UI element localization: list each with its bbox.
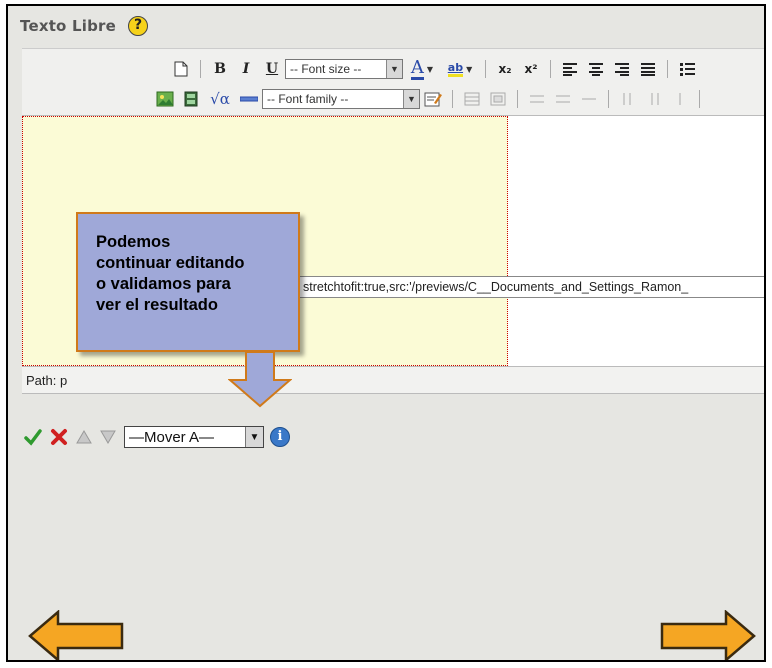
move-up-button[interactable] bbox=[76, 430, 92, 444]
align-justify-icon[interactable] bbox=[637, 58, 659, 80]
insert-media-icon[interactable] bbox=[180, 88, 202, 110]
toolbar-separator bbox=[485, 60, 486, 78]
horizontal-rule-icon[interactable] bbox=[238, 88, 260, 110]
align-right-icon[interactable] bbox=[611, 58, 633, 80]
callout-line: continuar editando bbox=[96, 254, 245, 272]
toolbar-separator bbox=[550, 60, 551, 78]
highlight-color-button[interactable]: ab ▼ bbox=[443, 58, 477, 80]
bold-button[interactable]: B bbox=[209, 58, 231, 80]
toolbar-separator bbox=[667, 60, 668, 78]
toolbar-row-1: B I U -- Font size -- ▼ A ▼ ab ▼ x₂ x² bbox=[168, 57, 700, 81]
toolbar-separator bbox=[699, 90, 700, 108]
align-left-icon[interactable] bbox=[559, 58, 581, 80]
idevice-frame: Texto Libre ? B I U -- Font size -- ▼ A ▼… bbox=[6, 4, 766, 662]
chevron-down-icon: ▼ bbox=[403, 90, 419, 108]
info-icon[interactable]: i bbox=[270, 427, 290, 447]
row-before-icon[interactable] bbox=[526, 88, 548, 110]
font-color-label: A bbox=[410, 56, 424, 80]
font-color-button[interactable]: A ▼ bbox=[405, 58, 439, 80]
toolbar-separator bbox=[517, 90, 518, 108]
path-bar: Path: p bbox=[22, 366, 764, 394]
next-arrow-icon[interactable] bbox=[658, 610, 758, 662]
font-family-select[interactable]: -- Font family -- ▼ bbox=[262, 89, 420, 109]
callout-line: o validamos para bbox=[96, 275, 231, 293]
highlight-label: ab bbox=[447, 61, 464, 77]
editor-toolbar: B I U -- Font size -- ▼ A ▼ ab ▼ x₂ x² √… bbox=[22, 48, 764, 116]
callout-line: Podemos bbox=[96, 233, 171, 251]
superscript-button[interactable]: x² bbox=[520, 58, 542, 80]
col-after-icon[interactable] bbox=[643, 88, 665, 110]
apply-button[interactable] bbox=[24, 428, 42, 446]
font-family-value: -- Font family -- bbox=[267, 92, 349, 106]
math-editor-button[interactable]: √α bbox=[206, 88, 234, 110]
col-before-icon[interactable] bbox=[617, 88, 639, 110]
underline-button[interactable]: U bbox=[261, 58, 283, 80]
callout-pointer-icon bbox=[228, 352, 292, 408]
triangle-up-icon bbox=[76, 430, 92, 444]
mover-select[interactable]: —Mover A— ▼ bbox=[124, 426, 264, 448]
table-icon[interactable] bbox=[461, 88, 483, 110]
move-down-button[interactable] bbox=[100, 430, 116, 444]
italic-button[interactable]: I bbox=[235, 58, 257, 80]
table-props-icon[interactable] bbox=[487, 88, 509, 110]
idevice-title: Texto Libre bbox=[20, 17, 116, 35]
toolbar-separator bbox=[608, 90, 609, 108]
title-row: Texto Libre ? bbox=[20, 14, 148, 38]
callout-line: ver el resultado bbox=[96, 296, 218, 314]
delete-row-icon[interactable] bbox=[578, 88, 600, 110]
chevron-down-icon: ▼ bbox=[386, 60, 402, 78]
toolbar-row-2: √α -- Font family -- ▼ bbox=[152, 87, 706, 111]
toolbar-separator bbox=[200, 60, 201, 78]
new-document-icon[interactable] bbox=[170, 58, 192, 80]
cancel-button[interactable] bbox=[50, 428, 68, 446]
bullet-list-icon[interactable] bbox=[676, 58, 698, 80]
triangle-down-icon bbox=[100, 430, 116, 444]
close-icon bbox=[51, 429, 67, 445]
callout-box: Podemos continuar editando o validamos p… bbox=[76, 212, 300, 352]
help-icon[interactable]: ? bbox=[128, 16, 148, 36]
edit-style-icon[interactable] bbox=[422, 88, 444, 110]
mover-select-value: —Mover A— bbox=[129, 428, 215, 446]
chevron-down-icon: ▼ bbox=[245, 427, 263, 447]
subscript-button[interactable]: x₂ bbox=[494, 58, 516, 80]
align-center-icon[interactable] bbox=[585, 58, 607, 80]
font-size-value: -- Font size -- bbox=[290, 62, 362, 76]
check-icon bbox=[24, 429, 42, 446]
row-after-icon[interactable] bbox=[552, 88, 574, 110]
toolbar-separator bbox=[452, 90, 453, 108]
image-src-text: stretchtofit:true,src:'/previews/C__Docu… bbox=[298, 276, 764, 298]
font-size-select[interactable]: -- Font size -- ▼ bbox=[285, 59, 403, 79]
previous-arrow-icon[interactable] bbox=[28, 610, 126, 662]
delete-col-icon[interactable] bbox=[669, 88, 691, 110]
insert-image-icon[interactable] bbox=[154, 88, 176, 110]
idevice-controls: —Mover A— ▼ i bbox=[24, 424, 290, 450]
